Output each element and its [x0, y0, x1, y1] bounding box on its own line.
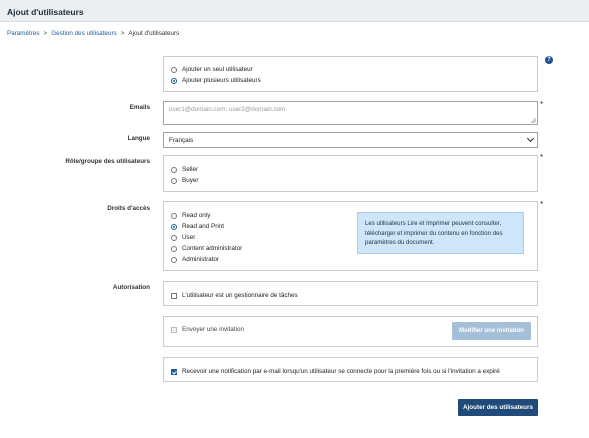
- radio-read-and-print[interactable]: Read and Print: [171, 223, 224, 230]
- page-title: Ajout d'utilisateurs: [7, 7, 84, 17]
- help-circle-icon[interactable]: ?: [545, 56, 553, 64]
- radio-label: User: [182, 234, 196, 241]
- required-mark: *: [540, 100, 544, 109]
- radio-role-seller[interactable]: Seller: [171, 166, 198, 173]
- checkbox-disabled[interactable]: [171, 326, 177, 333]
- required-mark: *: [540, 153, 544, 162]
- radio-single-user[interactable]: Ajouter un seul utilisateur: [171, 66, 253, 73]
- resize-handle-icon[interactable]: [531, 118, 536, 123]
- page-header: Ajout d'utilisateurs: [0, 0, 589, 22]
- roles-box: [163, 155, 538, 192]
- radio-label: Content administrator: [182, 245, 243, 252]
- emails-label: Emails: [129, 104, 150, 111]
- mode-box: [163, 56, 538, 92]
- rights-label: Droits d'accès: [107, 205, 150, 212]
- radio-button[interactable]: [171, 66, 177, 73]
- radio-label: Buyer: [182, 177, 199, 184]
- breadcrumb-link-gestion-utilisateurs[interactable]: Gestion des utilisateurs: [51, 30, 116, 37]
- breadcrumb: Paramètres > Gestion des utilisateurs > Ajou…: [7, 30, 179, 37]
- rights-info-box: Les utilisateurs Lire et Imprimer peuven…: [357, 212, 524, 254]
- language-select[interactable]: Français: [163, 132, 538, 148]
- radio-role-buyer[interactable]: Buyer: [171, 177, 198, 184]
- radio-button[interactable]: [171, 166, 177, 173]
- edit-invitation-button[interactable]: Modifier une invitation: [452, 322, 531, 340]
- radio-content-administrator[interactable]: Content administrator: [171, 245, 242, 252]
- add-users-button[interactable]: Ajouter des utilisateurs: [458, 399, 538, 416]
- emails-input[interactable]: user1@domain.com; user2@domain.com: [163, 101, 538, 125]
- radio-administrator[interactable]: Administrator: [171, 256, 219, 263]
- emails-placeholder: user1@domain.com; user2@domain.com: [169, 106, 286, 113]
- radio-button[interactable]: [171, 256, 177, 263]
- radio-label: Seller: [182, 166, 199, 173]
- checkbox-label: Envoyer une invitation: [182, 326, 244, 333]
- radio-multiple-users[interactable]: Ajouter plusieurs utilisateurs: [171, 77, 261, 84]
- breadcrumb-separator: >: [120, 30, 125, 37]
- checkbox-label: Recevoir une notification par e-mail lor…: [182, 368, 500, 375]
- radio-button[interactable]: [171, 177, 177, 184]
- checkbox-checked[interactable]: [171, 368, 177, 375]
- send-invitation-checkbox-row[interactable]: Envoyer une invitation: [171, 326, 244, 333]
- radio-button-selected[interactable]: [171, 77, 177, 84]
- radio-label: Administrator: [182, 256, 220, 263]
- roles-label: Rôle/groupe des utilisateurs: [65, 158, 150, 165]
- radio-label: Ajouter plusieurs utilisateurs: [182, 77, 261, 84]
- authorization-label: Autorisation: [112, 284, 150, 291]
- radio-label: Read only: [182, 212, 211, 219]
- notification-checkbox-row[interactable]: Recevoir une notification par e-mail lor…: [171, 368, 500, 375]
- breadcrumb-link-parametres[interactable]: Paramètres: [7, 30, 40, 37]
- radio-read-only[interactable]: Read only: [171, 212, 210, 219]
- radio-button[interactable]: [171, 234, 177, 241]
- radio-button-selected[interactable]: [171, 223, 177, 230]
- radio-button[interactable]: [171, 245, 177, 252]
- radio-label: Ajouter un seul utilisateur: [182, 66, 253, 73]
- language-value: Français: [169, 137, 194, 144]
- chevron-down-icon: [526, 134, 535, 143]
- required-mark: *: [540, 200, 544, 209]
- checkbox[interactable]: [171, 292, 177, 299]
- radio-user[interactable]: User: [171, 234, 195, 241]
- checkbox-label: L'utilisateur est un gestionnaire de tâc…: [182, 292, 298, 299]
- task-manager-checkbox-row[interactable]: L'utilisateur est un gestionnaire de tâc…: [171, 292, 298, 299]
- radio-label: Read and Print: [182, 223, 225, 230]
- language-label: Langue: [127, 135, 150, 142]
- radio-button[interactable]: [171, 212, 177, 219]
- breadcrumb-separator: >: [43, 30, 48, 37]
- breadcrumb-current: Ajout d'utilisateurs: [128, 30, 180, 37]
